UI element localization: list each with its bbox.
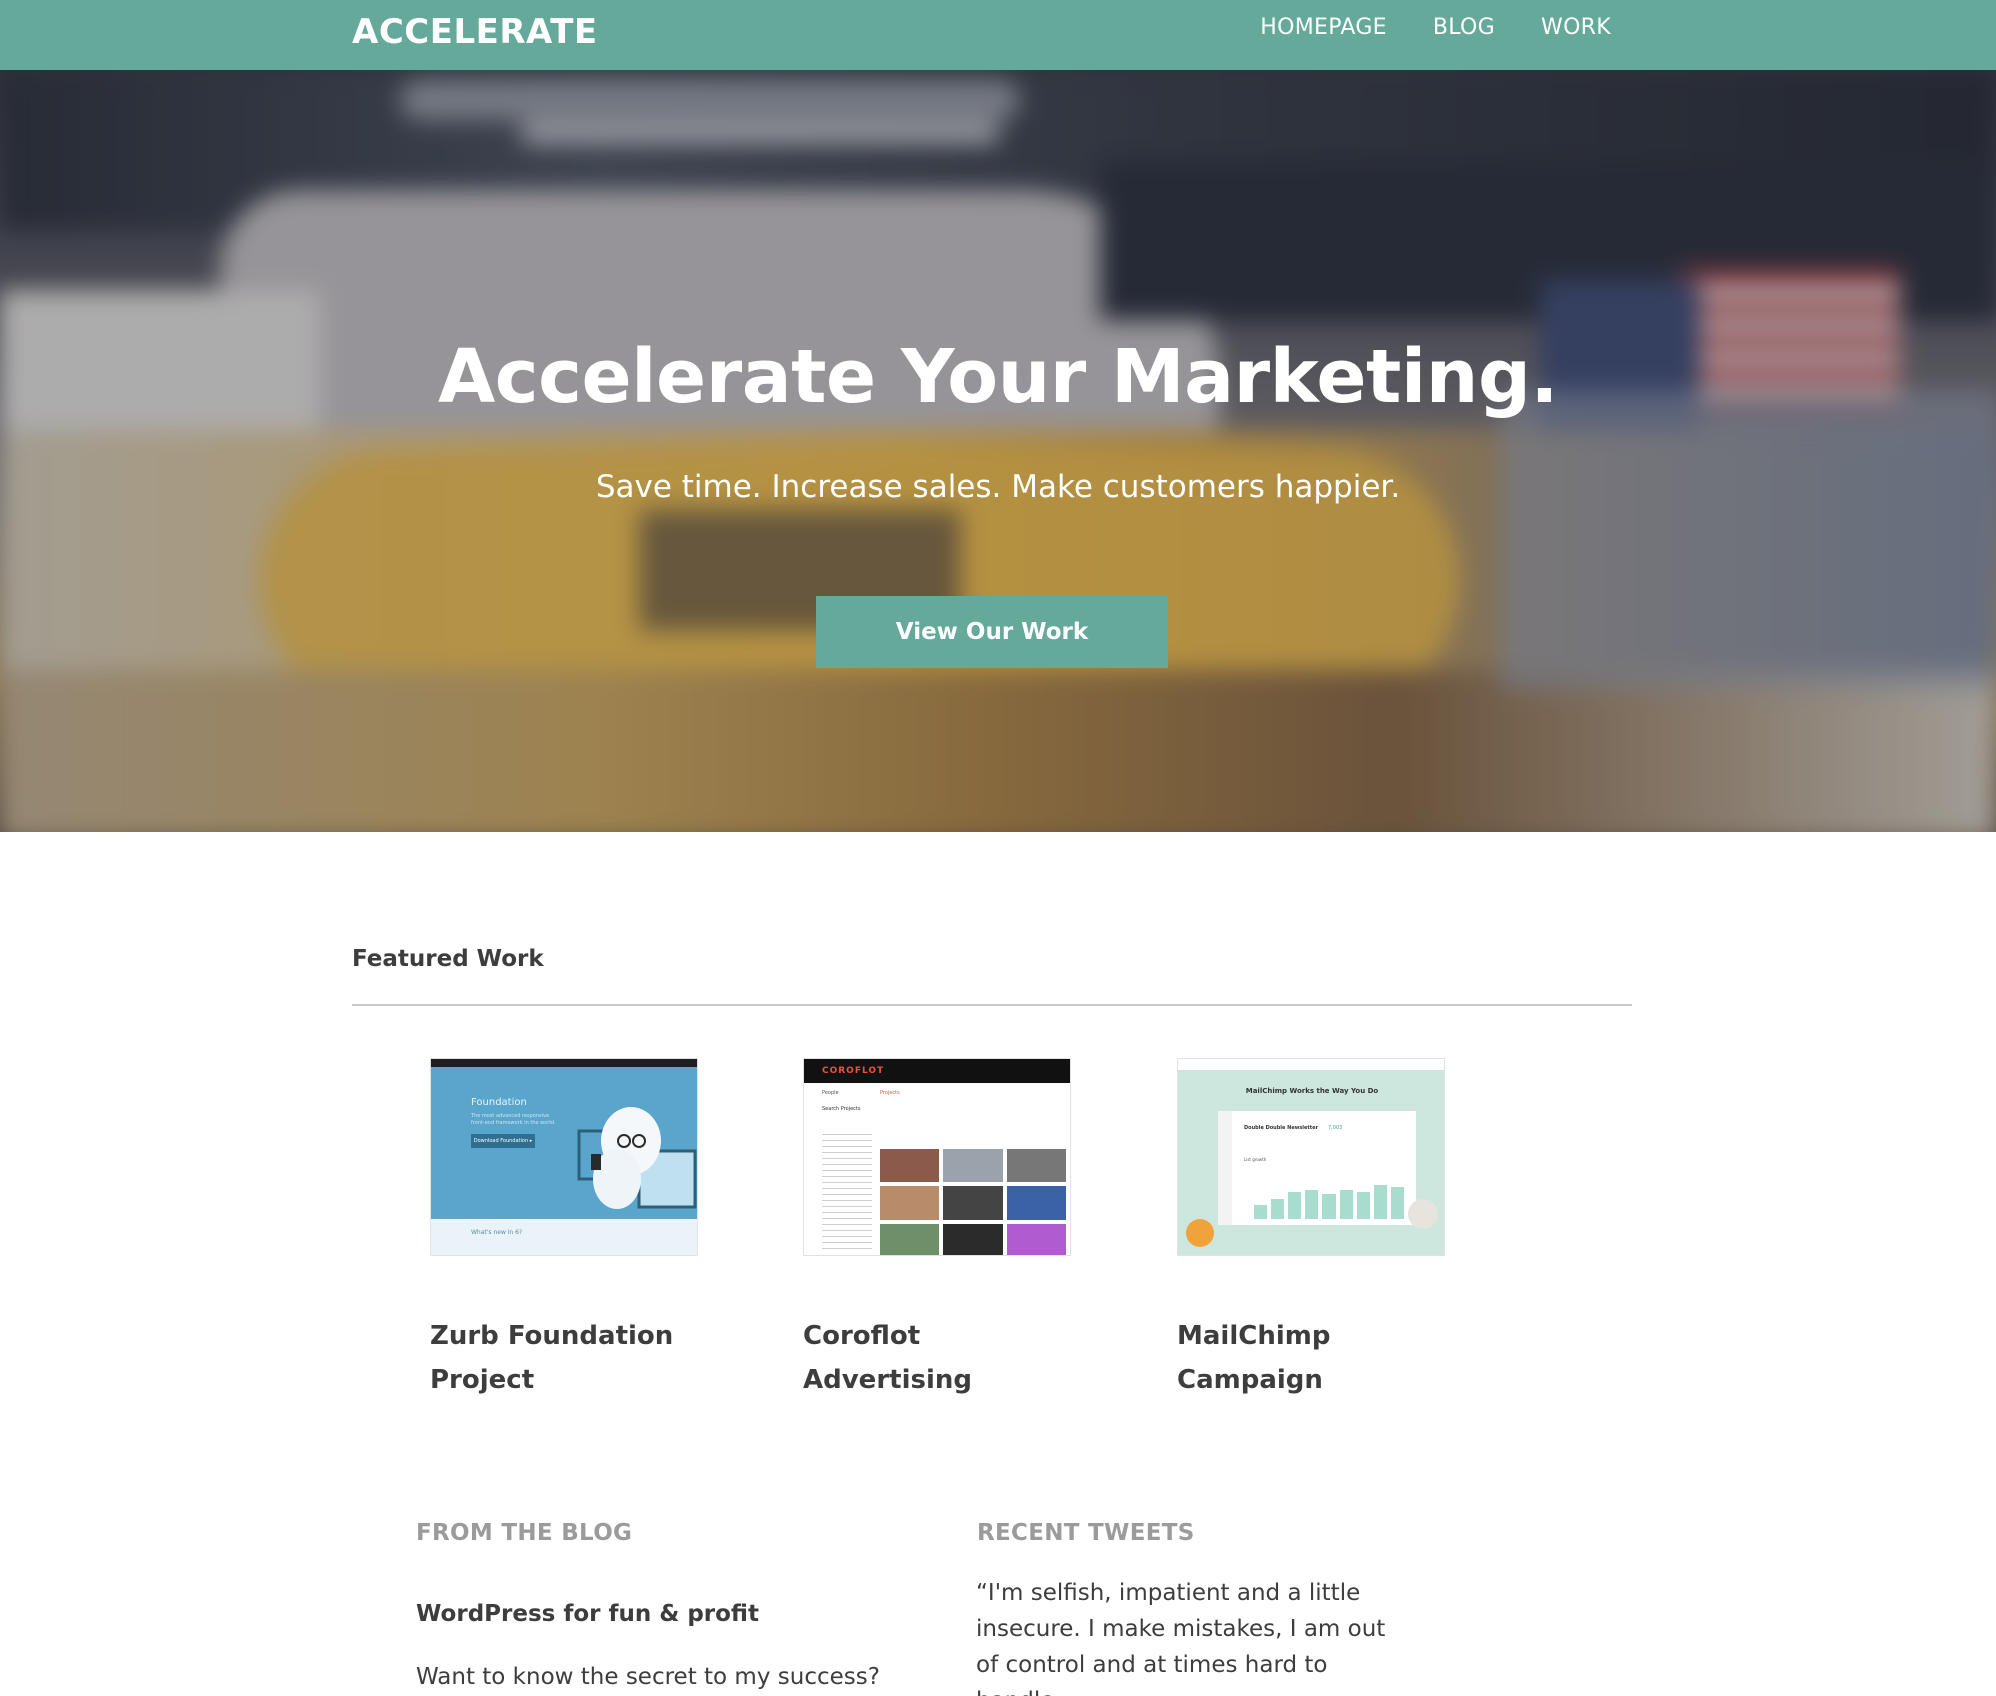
thumb-footer: What's new in 6? — [471, 1229, 523, 1236]
view-our-work-button[interactable]: View Our Work — [816, 596, 1168, 668]
recent-tweets-heading: RECENT TWEETS — [977, 1520, 1195, 1546]
thumb-brand: COROFLOT — [822, 1066, 885, 1076]
nav-item-blog[interactable]: BLOG — [1433, 13, 1495, 43]
blog-post-title[interactable]: WordPress for fun & profit — [416, 1601, 759, 1627]
main-nav: HOMEPAGE BLOG WORK — [1260, 13, 1611, 43]
from-the-blog-heading: FROM THE BLOG — [416, 1520, 633, 1546]
thumb-footer-band — [431, 1219, 697, 1255]
work-item-coroflot: COROFLOT People Projects Search Projects… — [803, 1058, 1073, 1402]
thumb-tab-people: People — [822, 1090, 839, 1096]
thumb-card-value: 7,003 — [1328, 1125, 1343, 1131]
orange-decoration-icon — [1186, 1219, 1214, 1247]
nav-item-homepage[interactable]: HOMEPAGE — [1260, 13, 1387, 43]
work-title-mailchimp[interactable]: MailChimp Campaign — [1177, 1314, 1437, 1402]
zurb-foundation-thumbnail[interactable]: Foundation The most advanced responsive … — [430, 1058, 698, 1256]
coroflot-thumbnail[interactable]: COROFLOT People Projects Search Projects — [803, 1058, 1071, 1256]
work-title-zurb[interactable]: Zurb Foundation Project — [430, 1314, 690, 1402]
plant-decoration-icon — [1408, 1199, 1438, 1229]
tweet-text: “I'm selfish, impatient and a little ins… — [976, 1580, 1386, 1696]
hero-banner: Accelerate Your Marketing. Save time. In… — [0, 70, 1996, 832]
site-logo[interactable]: ACCELERATE — [352, 10, 598, 54]
site-header: ACCELERATE HOMEPAGE BLOG WORK — [0, 0, 1996, 70]
mailchimp-thumbnail[interactable]: MailChimp Works the Way You Do Double Do… — [1177, 1058, 1445, 1256]
hero-title: Accelerate Your Marketing. — [437, 334, 1559, 420]
work-item-mailchimp: MailChimp Works the Way You Do Double Do… — [1177, 1058, 1447, 1402]
thumb-search-label: Search Projects — [822, 1106, 861, 1112]
thumb-topbar — [1178, 1059, 1444, 1071]
work-title-coroflot[interactable]: Coroflot Advertising — [803, 1314, 1063, 1402]
thumb-bars — [1254, 1183, 1404, 1219]
thumb-sidebar — [1218, 1111, 1232, 1225]
section-divider — [352, 1004, 1632, 1006]
thumb-card-label: List growth — [1244, 1157, 1267, 1162]
thumb-tab-projects: Projects — [880, 1090, 900, 1096]
hero-overlay — [0, 70, 1996, 832]
hero-subtitle: Save time. Increase sales. Make customer… — [595, 469, 1401, 505]
thumb-sidebar — [822, 1134, 872, 1254]
thumb-card-title: Double Double Newsletter — [1244, 1125, 1319, 1131]
work-item-zurb: Foundation The most advanced responsive … — [430, 1058, 700, 1402]
nav-item-work[interactable]: WORK — [1541, 13, 1611, 43]
featured-work-heading: Featured Work — [352, 946, 544, 972]
blog-excerpt: Want to know the secret to my success? — [416, 1664, 880, 1690]
thumb-headline: MailChimp Works the Way You Do — [1245, 1087, 1379, 1095]
thumb-grid — [880, 1149, 1066, 1255]
